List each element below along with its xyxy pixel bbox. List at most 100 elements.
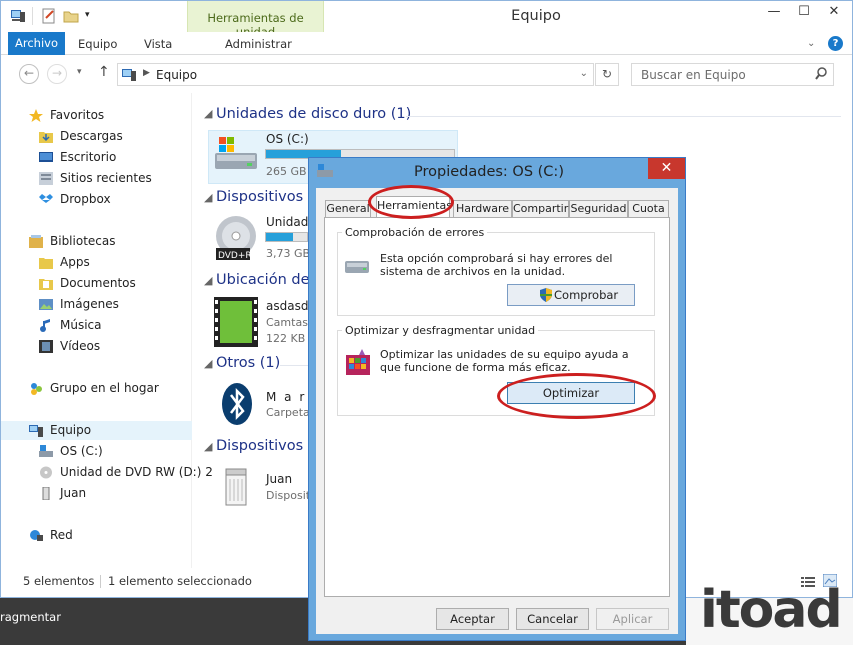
optimize-title: Optimizar y desfragmentar unidad	[342, 324, 539, 337]
error-check-title: Comprobación de errores	[342, 226, 488, 239]
dialog-title: Propiedades: OS (C:)	[414, 164, 564, 180]
group-header-others[interactable]: Otros (1)	[216, 355, 280, 371]
address-bar[interactable]: ▶ Equipo ⌄	[117, 63, 594, 86]
drive-name: OS (C:)	[266, 132, 309, 146]
sidebar-item-documentos[interactable]: Documentos	[1, 274, 192, 293]
close-button[interactable]: ✕	[819, 1, 849, 25]
window-title: Equipo	[511, 8, 561, 24]
refresh-button[interactable]: ↻	[595, 63, 619, 86]
back-button[interactable]: ←	[19, 64, 39, 84]
search-input[interactable]: Buscar en Equipo	[641, 68, 746, 82]
sidebar-item-escritorio[interactable]: Escritorio	[1, 148, 192, 167]
address-text: Equipo	[156, 68, 198, 82]
drive-icon	[317, 164, 333, 181]
videos-icon	[39, 340, 53, 353]
group-header-portable[interactable]: Dispositivos p	[216, 438, 317, 454]
tab-hardware[interactable]: Hardware	[453, 200, 512, 218]
forward-button[interactable]: →	[47, 64, 67, 84]
tab-compartir[interactable]: Compartir	[512, 200, 569, 218]
sidebar-item-musica[interactable]: Música	[1, 316, 192, 335]
item-count: 5 elementos	[23, 574, 95, 588]
sidebar-item-sitios-recientes[interactable]: Sitios recientes	[1, 169, 192, 188]
sidebar-item-red[interactable]: Red	[1, 526, 192, 545]
sidebar-item-grupo-hogar[interactable]: Grupo en el hogar	[1, 379, 192, 398]
check-button[interactable]: Comprobar	[507, 284, 635, 306]
bluetooth-icon	[221, 382, 253, 429]
dvd-drive-icon: DVD+R	[212, 214, 260, 265]
customize-toolbar-icon[interactable]: ▾	[85, 10, 101, 26]
error-check-description: Esta opción comprobará si hay errores de…	[380, 252, 613, 278]
dvd-usage-fill	[266, 233, 293, 241]
collapse-group-icon[interactable]: ◢	[204, 357, 212, 370]
drive-icon	[39, 445, 53, 458]
collapse-group-icon[interactable]: ◢	[204, 274, 212, 287]
tab-seguridad[interactable]: Seguridad	[569, 200, 628, 218]
sidebar-item-videos[interactable]: Vídeos	[1, 337, 192, 356]
svg-text:DVD+R: DVD+R	[218, 251, 252, 261]
documents-icon	[39, 277, 53, 290]
sidebar-item-apps[interactable]: Apps	[1, 253, 192, 272]
device-type: Disposit	[266, 489, 311, 502]
network-icon	[29, 529, 43, 542]
pictures-icon	[39, 298, 53, 311]
apply-button[interactable]: Aplicar	[596, 608, 669, 630]
dvd-free-space: 3,73 GB	[266, 247, 311, 260]
media-type: Camtasi	[266, 316, 311, 329]
expand-ribbon-icon[interactable]: ⌄	[807, 32, 815, 55]
collapse-group-icon[interactable]: ◢	[204, 440, 212, 453]
sidebar-item-juan[interactable]: Juan	[1, 484, 192, 503]
libraries-icon	[29, 235, 43, 248]
cancel-button[interactable]: Cancelar	[516, 608, 589, 630]
sidebar-item-imagenes[interactable]: Imágenes	[1, 295, 192, 314]
breadcrumb-chevron-icon[interactable]: ▶	[143, 68, 150, 78]
ok-button[interactable]: Aceptar	[436, 608, 509, 630]
hard-drive-icon	[213, 135, 259, 178]
collapse-group-icon[interactable]: ◢	[204, 107, 212, 120]
sidebar-item-bibliotecas[interactable]: Bibliotecas	[1, 232, 192, 251]
computer-icon	[121, 67, 137, 85]
help-icon[interactable]: ?	[828, 36, 843, 51]
ribbon-tabs: Archivo Equipo Vista Administrar ⌄ ?	[1, 32, 852, 55]
computer-icon	[29, 424, 43, 437]
group-header-hard-drives[interactable]: Unidades de disco duro (1)	[216, 106, 411, 122]
navigation-pane: Favoritos Descargas Escritorio Sitios re…	[1, 93, 213, 568]
sidebar-item-os-c[interactable]: OS (C:)	[1, 442, 192, 461]
dropbox-icon	[39, 193, 53, 206]
tab-cuota[interactable]: Cuota	[628, 200, 669, 218]
recent-locations-icon[interactable]: ▾	[77, 67, 82, 77]
dvd-icon	[39, 466, 53, 479]
new-folder-icon[interactable]	[63, 8, 79, 24]
dialog-close-button[interactable]: ✕	[648, 158, 685, 179]
sidebar-item-dvd[interactable]: Unidad de DVD RW (D:) 2	[1, 463, 213, 482]
tab-general[interactable]: General	[325, 200, 371, 218]
context-tab-drive-tools: Herramientas de unidad	[187, 1, 324, 39]
homegroup-icon	[29, 382, 43, 395]
minimize-button[interactable]: —	[759, 1, 789, 25]
up-button[interactable]: ↑	[98, 64, 110, 80]
shield-icon	[539, 288, 553, 308]
computer-icon[interactable]	[10, 8, 26, 24]
search-box[interactable]: Buscar en Equipo	[631, 63, 834, 86]
address-dropdown-icon[interactable]: ⌄	[580, 68, 588, 79]
properties-icon[interactable]	[41, 8, 57, 24]
tab-vista[interactable]: Vista	[144, 32, 172, 55]
maximize-button[interactable]: ☐	[789, 1, 819, 25]
device-name: Juan	[266, 472, 293, 486]
tab-archivo[interactable]: Archivo	[8, 32, 65, 55]
sidebar-item-equipo[interactable]: Equipo	[1, 421, 192, 440]
sidebar-item-descargas[interactable]: Descargas	[1, 127, 192, 146]
folder-icon	[39, 256, 53, 269]
tab-administrar[interactable]: Administrar	[225, 32, 292, 55]
title-bar: ▾ Herramientas de unidad Equipo — ☐ ✕	[1, 1, 852, 39]
tab-equipo[interactable]: Equipo	[78, 32, 117, 55]
desktop-icon	[39, 151, 53, 164]
sidebar-item-dropbox[interactable]: Dropbox	[1, 190, 192, 209]
sidebar-item-favoritos[interactable]: Favoritos	[1, 106, 192, 125]
bluetooth-type: Carpeta	[266, 406, 310, 419]
collapse-group-icon[interactable]: ◢	[204, 191, 212, 204]
background-logo: itoad	[700, 580, 843, 640]
video-file-icon	[214, 297, 258, 350]
hard-drive-icon	[344, 255, 370, 280]
group-header-media[interactable]: Ubicación de r	[216, 272, 320, 288]
dvd-usage-bar	[265, 232, 308, 242]
